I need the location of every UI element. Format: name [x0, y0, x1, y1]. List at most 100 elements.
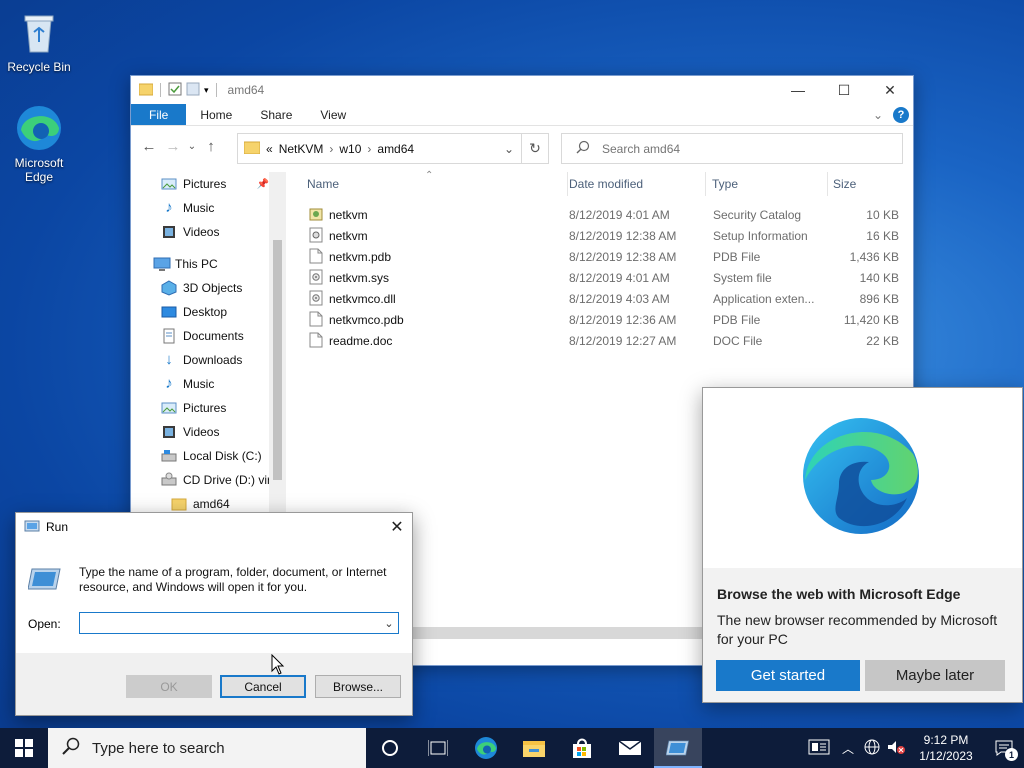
taskbar-clock[interactable]: 9:12 PM 1/12/2023	[908, 732, 984, 764]
close-button[interactable]: ✕	[867, 76, 913, 104]
taskbar-file-explorer[interactable]	[510, 728, 558, 768]
column-divider[interactable]	[567, 172, 568, 196]
taskbar-store[interactable]	[558, 728, 606, 768]
help-icon[interactable]: ?	[893, 106, 909, 123]
desktop-icon-edge[interactable]: Microsoft Edge	[1, 104, 77, 184]
nav-item-this-pc[interactable]: This PC	[131, 252, 287, 276]
folder-icon	[138, 82, 154, 99]
breadcrumb-w10[interactable]: w10	[339, 142, 361, 156]
table-row[interactable]: netkvm.pdb 8/12/2019 12:38 AM PDB File 1,43…	[301, 246, 913, 267]
nav-item-3d-objects[interactable]: 3D Objects	[131, 276, 287, 300]
edge-logo-icon	[803, 418, 919, 534]
run-titlebar[interactable]: Run ✕	[16, 513, 412, 541]
nav-item-downloads[interactable]: ↓ Downloads	[131, 348, 287, 372]
search-input[interactable]	[602, 141, 902, 156]
browse-button[interactable]: Browse...	[315, 675, 401, 698]
desktop-icon-recycle-bin[interactable]: Recycle Bin	[1, 8, 77, 74]
breadcrumb-amd64[interactable]: amd64	[377, 142, 414, 156]
taskbar-run[interactable]	[654, 728, 702, 768]
address-bar[interactable]: « NetKVM › w10 › amd64 ⌄	[237, 133, 549, 164]
column-type[interactable]: Type	[712, 177, 738, 191]
column-divider[interactable]	[705, 172, 706, 196]
file-name: netkvm	[329, 208, 368, 222]
nav-item-local-disk[interactable]: Local Disk (C:)	[131, 444, 287, 468]
network-globe-icon[interactable]	[860, 739, 884, 758]
back-arrow-icon[interactable]: ←	[137, 138, 161, 155]
cortana-circle-icon	[382, 740, 398, 756]
nav-item-music-2[interactable]: ♪ Music	[131, 372, 287, 396]
properties-icon[interactable]	[168, 82, 182, 99]
table-row[interactable]: netkvm 8/12/2019 12:38 AM Setup Informatio…	[301, 225, 913, 246]
file-size: 1,436 KB	[849, 250, 899, 264]
up-arrow-icon[interactable]: ↑	[199, 138, 223, 155]
volume-muted-icon[interactable]	[884, 739, 908, 758]
column-size[interactable]: Size	[833, 177, 856, 191]
chevron-down-icon[interactable]: ⌄	[498, 142, 520, 156]
cancel-button[interactable]: Cancel	[220, 675, 306, 698]
nav-item-videos-2[interactable]: Videos	[131, 420, 287, 444]
taskbar-search-box[interactable]: Type here to search	[48, 728, 366, 768]
nav-item-cd-drive[interactable]: CD Drive (D:) virt	[131, 468, 287, 492]
chevron-right-icon[interactable]: ›	[329, 142, 333, 156]
refresh-button[interactable]: ↻	[521, 133, 549, 164]
expand-ribbon-icon[interactable]: ⌄	[873, 108, 883, 122]
column-name[interactable]: Name	[307, 177, 339, 191]
new-folder-icon[interactable]	[186, 82, 200, 99]
column-date-modified[interactable]: Date modified	[569, 177, 643, 191]
breadcrumb-netkvm[interactable]: NetKVM	[279, 142, 324, 156]
system-tray: ︿ 9:12 PM 1/12/2023 1	[802, 728, 1024, 768]
chevron-down-icon[interactable]: ⌄	[380, 617, 398, 630]
maybe-later-button[interactable]: Maybe later	[865, 660, 1005, 691]
tab-file[interactable]: File	[131, 104, 187, 125]
table-row[interactable]: netkvm.sys 8/12/2019 4:01 AM System file 14…	[301, 267, 913, 288]
horizontal-scrollbar[interactable]	[413, 627, 713, 639]
computer-icon	[153, 256, 171, 272]
table-row[interactable]: netkvm 8/12/2019 4:01 AM Security Catalog 1…	[301, 204, 913, 225]
action-center-button[interactable]: 1	[984, 728, 1024, 768]
explorer-titlebar[interactable]: ▾ amd64 — ☐ ✕	[131, 76, 913, 104]
nav-item-desktop[interactable]: Desktop	[131, 300, 287, 324]
nav-item-pictures-2[interactable]: Pictures	[131, 396, 287, 420]
scrollbar-thumb[interactable]	[273, 240, 282, 480]
open-combobox[interactable]: ⌄	[79, 612, 399, 634]
run-footer: OK Cancel Browse...	[16, 653, 412, 715]
news-widget-icon[interactable]	[802, 739, 836, 758]
tab-view[interactable]: View	[306, 104, 360, 125]
start-button[interactable]	[0, 728, 48, 768]
recent-locations-icon[interactable]: ⌄	[185, 141, 199, 152]
nav-item-documents[interactable]: Documents	[131, 324, 287, 348]
taskbar-edge[interactable]	[462, 728, 510, 768]
drive-icon	[161, 448, 177, 464]
desktop-icon-label: Microsoft Edge	[14, 156, 64, 184]
column-divider[interactable]	[827, 172, 828, 196]
table-row[interactable]: netkvmco.pdb 8/12/2019 12:36 AM PDB File 11…	[301, 309, 913, 330]
file-size: 11,420 KB	[843, 313, 899, 327]
tab-home[interactable]: Home	[186, 104, 246, 125]
close-button[interactable]: ✕	[382, 517, 412, 537]
ok-button[interactable]: OK	[126, 675, 212, 698]
customize-qa-icon[interactable]: ▾	[204, 85, 209, 96]
nav-item-videos[interactable]: Videos	[131, 220, 287, 244]
nav-item-music[interactable]: ♪ Music	[131, 196, 287, 220]
file-type: Security Catalog	[713, 208, 802, 222]
open-input[interactable]	[80, 613, 380, 633]
task-view-button[interactable]	[414, 728, 462, 768]
chevron-right-icon[interactable]: ›	[367, 142, 371, 156]
nav-item-pictures[interactable]: Pictures 📌	[131, 172, 287, 196]
minimize-button[interactable]: —	[775, 76, 821, 104]
table-row[interactable]: readme.doc 8/12/2019 12:27 AM DOC File 22 K…	[301, 330, 913, 351]
chevron-up-icon[interactable]: ︿	[836, 740, 860, 757]
file-name: netkvmco.dll	[329, 292, 396, 306]
quick-access-toolbar: ▾	[138, 82, 220, 99]
forward-arrow-icon[interactable]: →	[161, 138, 185, 155]
cortana-button[interactable]	[366, 728, 414, 768]
search-box[interactable]	[561, 133, 903, 164]
maximize-button[interactable]: ☐	[821, 76, 867, 104]
breadcrumb-overflow[interactable]: «	[266, 142, 273, 156]
table-row[interactable]: netkvmco.dll 8/12/2019 4:03 AM Application…	[301, 288, 913, 309]
taskbar-mail[interactable]	[606, 728, 654, 768]
pin-icon[interactable]: 📌	[257, 179, 269, 190]
edge-promo-heading: Browse the web with Microsoft Edge	[717, 586, 961, 602]
tab-share[interactable]: Share	[246, 104, 306, 125]
get-started-button[interactable]: Get started	[716, 660, 860, 691]
